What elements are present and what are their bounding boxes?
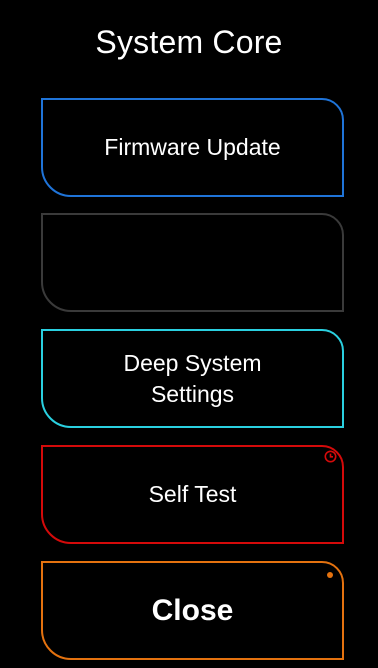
deep-system-settings-label: Deep System Settings [123,349,262,407]
firmware-update-label: Firmware Update [104,134,281,160]
deep-system-settings-button[interactable]: Deep System Settings [41,329,344,428]
firmware-update-button[interactable]: Firmware Update [41,98,344,197]
self-test-button[interactable]: Self Test [41,445,344,544]
system-core-panel: System Core Firmware Update Deep System … [0,0,378,668]
close-button[interactable]: Close [41,561,344,660]
empty-slot-button[interactable] [41,213,344,312]
self-test-label: Self Test [148,481,237,507]
close-label: Close [151,594,234,627]
page-title: System Core [95,24,283,60]
clock-icon [324,450,337,463]
dot-icon [327,572,333,578]
